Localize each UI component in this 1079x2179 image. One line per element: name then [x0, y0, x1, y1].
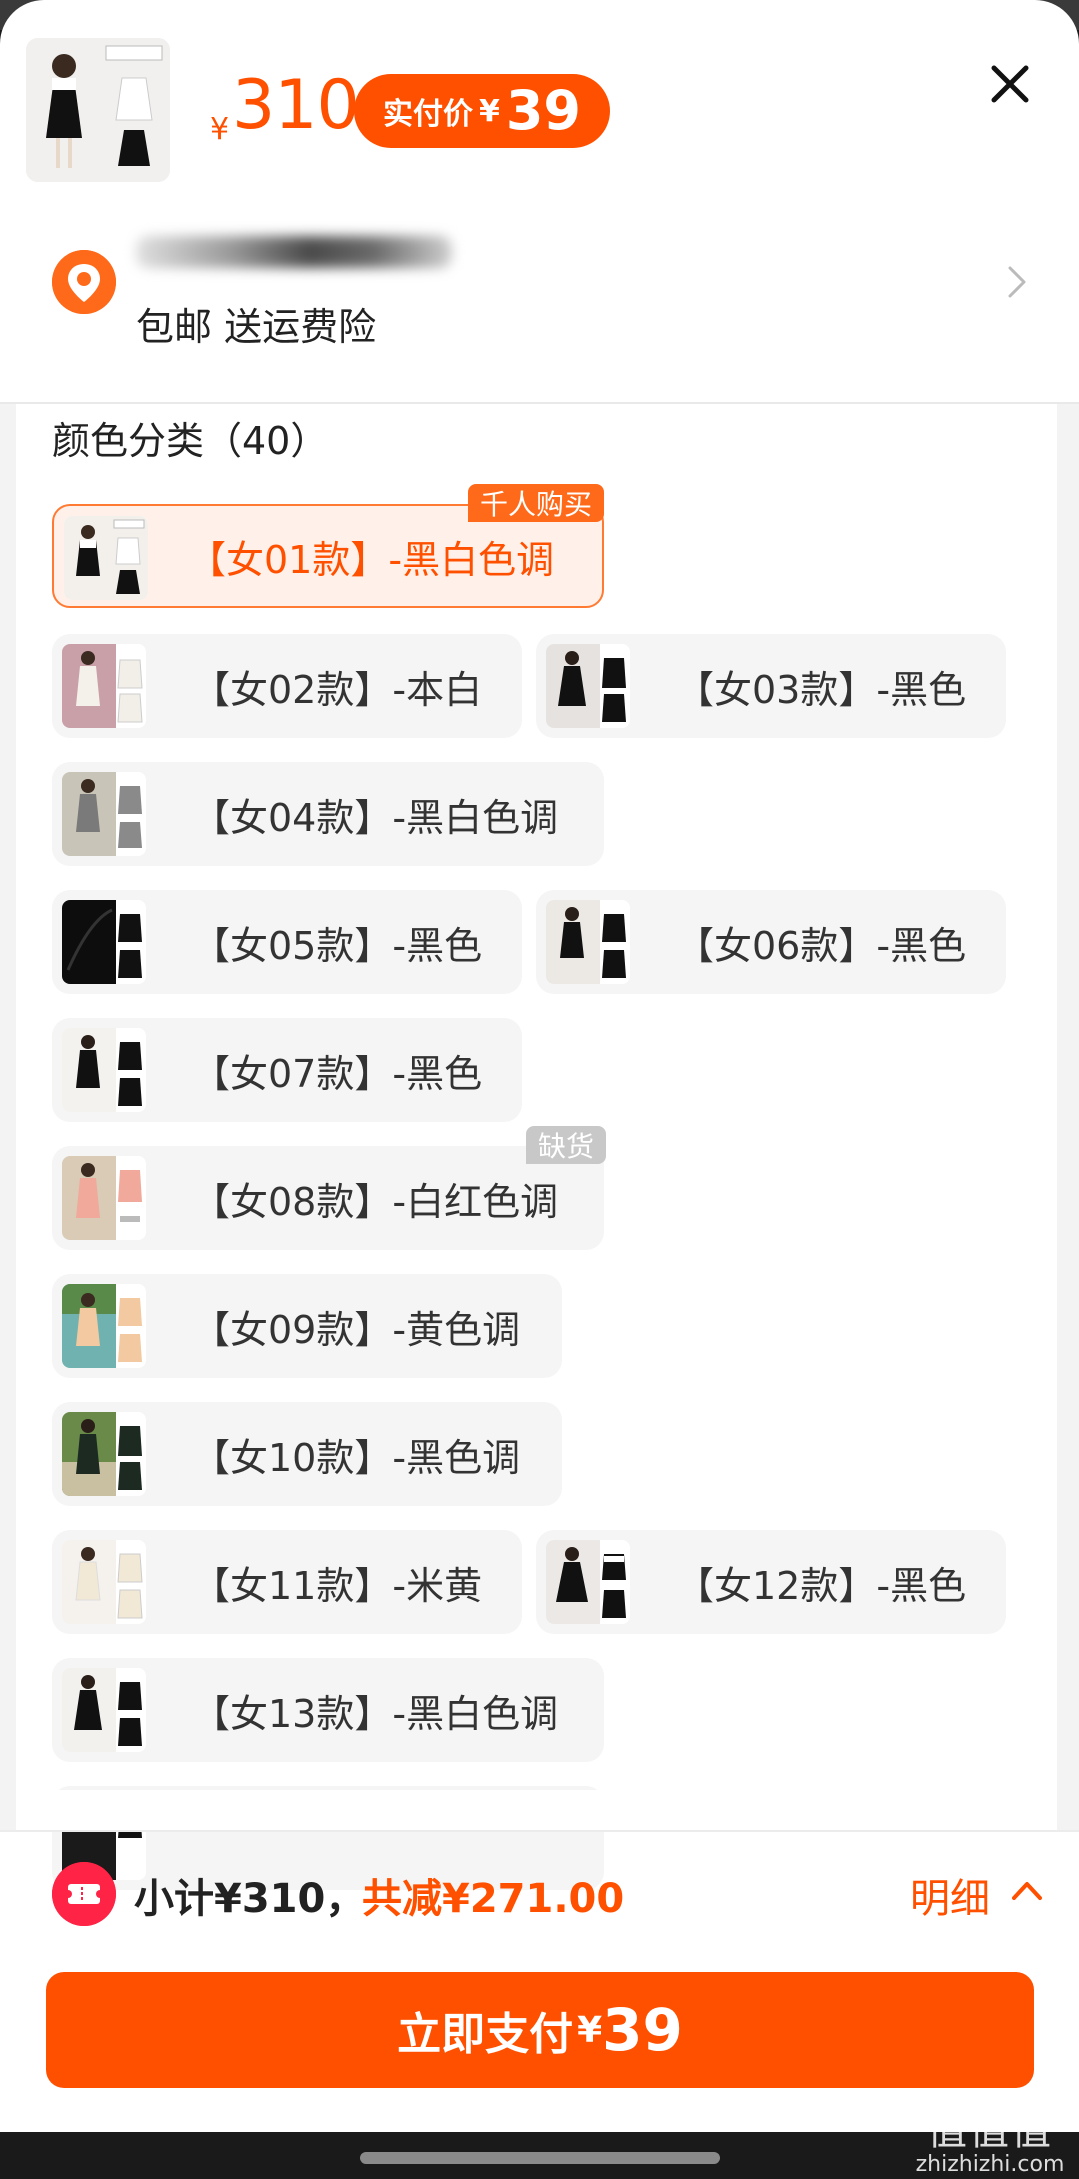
variant-chip-11[interactable]: 【女11款】-米黄 [52, 1530, 522, 1634]
variant-thumbnail [546, 644, 630, 728]
shipping-info: 包邮 送运费险 [136, 305, 377, 349]
variant-label: 【女12款】-黑色 [676, 1563, 967, 1608]
variant-chip-06[interactable]: 【女06款】-黑色 [536, 890, 1006, 994]
variant-label: 【女05款】-黑色 [192, 923, 483, 968]
final-price-label: 实付价 [382, 97, 473, 132]
coupon-icon [52, 1862, 116, 1926]
pay-now-button[interactable]: 立即支付 ¥ 39 [46, 1972, 1034, 2088]
final-price-amount: 39 [505, 79, 582, 142]
site-watermark: 值值值 zhizhizhi.com [910, 2098, 1070, 2177]
variant-chip-04[interactable]: 【女04款】-黑白色调 [52, 762, 604, 866]
variant-label: 【女08款】-白红色调 [192, 1179, 559, 1224]
variant-chip-13[interactable]: 【女13款】-黑白色调 [52, 1658, 604, 1762]
variant-label: 【女13款】-黑白色调 [192, 1691, 559, 1736]
out-of-stock-tag: 缺货 [526, 1126, 607, 1164]
variant-chip-07[interactable]: 【女07款】-黑色 [52, 1018, 522, 1122]
popular-tag: 千人购买 [468, 484, 605, 522]
variant-thumbnail [62, 644, 146, 728]
scroll-gutter-left [0, 404, 16, 1830]
home-indicator[interactable] [360, 2152, 720, 2164]
price-detail-toggle[interactable] [1010, 1876, 1044, 1906]
final-price-currency: ¥ [478, 93, 500, 129]
list-clip [16, 1790, 1057, 1830]
variant-chip-02[interactable]: 【女02款】-本白 [52, 634, 522, 738]
variant-label: 【女10款】-黑色调 [192, 1435, 521, 1480]
variant-chip-09[interactable]: 【女09款】-黄色调 [52, 1274, 562, 1378]
watermark-domain: zhizhizhi.com [915, 2152, 1065, 2177]
pay-now-amount: 39 [602, 1996, 683, 2064]
variant-chip-12[interactable]: 【女12款】-黑色 [536, 1530, 1006, 1634]
chevron-right-icon [1008, 266, 1026, 298]
final-price-badge: 实付价 ¥ 39 [354, 74, 610, 148]
subtotal-text: 小计¥310， [134, 1876, 366, 1922]
variant-chip-03[interactable]: 【女03款】-黑色 [536, 634, 1006, 738]
variant-thumbnail [62, 900, 146, 984]
variant-thumbnail [62, 1284, 146, 1368]
variant-chip-05[interactable]: 【女05款】-黑色 [52, 890, 522, 994]
sku-picker-sheet: ¥ 310 实付价 ¥ 39 包邮 送运费险 颜色分类（40） 【女01款】-黑… [0, 0, 1079, 2132]
variant-chip-08[interactable]: 【女08款】-白红色调 [52, 1146, 604, 1250]
location-pin-icon [52, 250, 116, 314]
close-icon [991, 65, 1029, 103]
variant-chip-10[interactable]: 【女10款】-黑色调 [52, 1402, 562, 1506]
close-button[interactable] [986, 60, 1034, 108]
variant-thumbnail [546, 1540, 630, 1624]
variant-thumbnail [62, 1028, 146, 1112]
variant-label: 【女11款】-米黄 [192, 1563, 483, 1608]
variant-thumbnail [62, 1668, 146, 1752]
product-thumbnail[interactable] [26, 38, 170, 182]
price-currency: ¥ [210, 112, 230, 147]
pay-now-currency: ¥ [577, 2009, 603, 2051]
variant-label: 【女09款】-黄色调 [192, 1307, 521, 1352]
variant-label: 【女03款】-黑色 [676, 667, 967, 712]
variant-thumbnail [64, 516, 148, 600]
variant-thumbnail [62, 1156, 146, 1240]
variant-label: 【女04款】-黑白色调 [192, 795, 559, 840]
variant-label: 【女07款】-黑色 [192, 1051, 483, 1096]
discount-text: 共减¥271.00 [362, 1876, 625, 1922]
variant-label: 【女02款】-本白 [192, 667, 483, 712]
watermark-logo-text: 值值值 [927, 2108, 1053, 2154]
variant-label: 【女06款】-黑色 [676, 923, 967, 968]
address-row-button[interactable] [1002, 262, 1032, 302]
divider [0, 402, 1079, 404]
variant-thumbnail [62, 1540, 146, 1624]
variant-thumbnail [62, 1412, 146, 1496]
variant-thumbnail [62, 772, 146, 856]
variant-thumbnail [546, 900, 630, 984]
pay-now-label: 立即支付 [397, 2009, 574, 2060]
chevron-up-icon [1012, 1882, 1042, 1900]
scroll-gutter-right [1057, 404, 1079, 1830]
price-detail-link[interactable]: 明细 [910, 1866, 990, 1924]
section-title: 颜色分类（40） [52, 419, 329, 463]
footer-divider [0, 1830, 1079, 1832]
original-price: 310 [232, 66, 360, 145]
address-redacted [136, 236, 452, 268]
